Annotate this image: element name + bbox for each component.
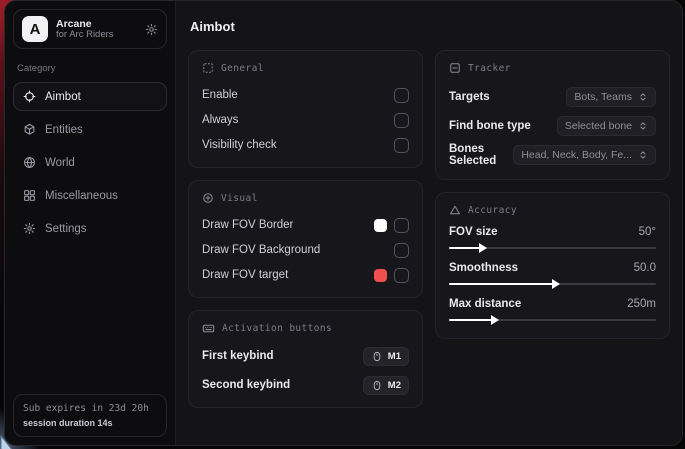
setting-row: Draw FOV target <box>202 264 409 286</box>
slider-row: FOV size 50° <box>449 226 656 253</box>
max-distance-slider[interactable] <box>449 315 656 325</box>
second-keybind-button[interactable]: M2 <box>363 376 409 395</box>
fov-target-color-swatch[interactable] <box>374 269 387 282</box>
sidebar-item-label: Miscellaneous <box>45 190 118 202</box>
setting-row: Second keybind M2 <box>202 374 409 396</box>
smoothness-slider[interactable] <box>449 279 656 289</box>
enable-checkbox[interactable] <box>394 88 409 103</box>
app-logo: A <box>22 16 48 42</box>
setting-row: Draw FOV Background <box>202 239 409 261</box>
bones-selected-select[interactable]: Head, Neck, Body, Fe... <box>513 145 656 165</box>
activation-buttons-card: Activation buttons First keybind M1 <box>188 310 423 408</box>
setting-row: First keybind M1 <box>202 345 409 367</box>
fov-size-slider[interactable] <box>449 243 656 253</box>
app-name: Arcane <box>56 18 137 30</box>
sidebar-item-label: Entities <box>45 124 83 136</box>
first-keybind-button[interactable]: M1 <box>363 347 409 366</box>
setting-row: Always <box>202 109 409 131</box>
mouse-icon <box>371 380 383 391</box>
targets-select[interactable]: Bots, Teams <box>566 87 656 107</box>
slider-thumb[interactable] <box>491 315 499 325</box>
accuracy-card: Accuracy FOV size 50° <box>435 192 670 339</box>
setting-row: Targets Bots, Teams <box>449 84 656 110</box>
app-subtitle: for Arc Riders <box>56 30 137 41</box>
sidebar-item-label: World <box>45 157 75 169</box>
setting-row: Enable <box>202 84 409 106</box>
draw-fov-border-checkbox[interactable] <box>394 218 409 233</box>
card-title: Tracker <box>468 63 511 74</box>
sidebar-item-entities[interactable]: Entities <box>13 115 167 144</box>
sidebar-item-label: Settings <box>45 223 87 235</box>
triangle-icon <box>449 204 461 216</box>
draw-fov-target-checkbox[interactable] <box>394 268 409 283</box>
slider-thumb[interactable] <box>479 243 487 253</box>
dashed-square-icon <box>202 62 214 74</box>
card-title: Activation buttons <box>222 323 332 334</box>
sidebar-item-aimbot[interactable]: Aimbot <box>13 82 167 111</box>
mouse-icon <box>371 351 383 362</box>
category-label: Category <box>17 63 163 74</box>
chevron-up-down-icon <box>638 92 648 102</box>
gear-icon <box>23 222 36 235</box>
chevron-up-down-icon <box>638 150 648 160</box>
session-duration-text: session duration 14s <box>23 418 157 428</box>
entities-icon <box>23 123 36 136</box>
app-window: A Arcane for Arc Riders Category <box>4 0 683 446</box>
desktop-background: A Arcane for Arc Riders Category <box>0 0 685 449</box>
slider-row: Max distance 250m <box>449 298 656 325</box>
scan-icon <box>449 62 461 74</box>
sidebar-nav: Aimbot Entities Wo <box>13 82 167 247</box>
draw-fov-background-checkbox[interactable] <box>394 243 409 258</box>
main-content: Aimbot General <box>176 1 682 445</box>
card-title: Visual <box>221 193 258 204</box>
visibility-check-checkbox[interactable] <box>394 138 409 153</box>
sidebar-item-miscellaneous[interactable]: Miscellaneous <box>13 181 167 210</box>
slider-row: Smoothness 50.0 <box>449 262 656 289</box>
sidebar-item-world[interactable]: World <box>13 148 167 177</box>
setting-row: Draw FOV Border <box>202 214 409 236</box>
general-card: General Enable Always Visibility check <box>188 50 423 168</box>
keyboard-icon <box>202 322 215 335</box>
chevron-up-down-icon <box>638 121 648 131</box>
visual-card: Visual Draw FOV Border Draw FOV Backgrou… <box>188 180 423 298</box>
fov-border-color-swatch[interactable] <box>374 219 387 232</box>
crosshair-icon <box>23 90 36 103</box>
slider-thumb[interactable] <box>552 279 560 289</box>
subscription-status-card: Sub expires in 23d 20h session duration … <box>13 394 167 437</box>
sidebar-item-label: Aimbot <box>45 91 81 103</box>
grid-icon <box>23 189 36 202</box>
app-logo-card: A Arcane for Arc Riders <box>13 9 167 49</box>
always-checkbox[interactable] <box>394 113 409 128</box>
setting-row: Visibility check <box>202 134 409 156</box>
setting-row: Find bone type Selected bone <box>449 113 656 139</box>
card-title: Accuracy <box>468 205 517 216</box>
fov-size-value: 50° <box>639 226 656 238</box>
sidebar: A Arcane for Arc Riders Category <box>5 1 176 445</box>
mouse-cursor <box>0 435 14 449</box>
gear-icon[interactable] <box>145 23 158 36</box>
page-title: Aimbot <box>190 19 670 34</box>
globe-icon <box>23 156 36 169</box>
smoothness-value: 50.0 <box>634 262 656 274</box>
setting-row: Bones Selected Head, Neck, Body, Fe... <box>449 142 656 168</box>
sub-expiry-text: Sub expires in 23d 20h <box>23 403 157 414</box>
sidebar-item-settings[interactable]: Settings <box>13 214 167 243</box>
tracker-card: Tracker Targets Bots, Teams <box>435 50 670 180</box>
find-bone-type-select[interactable]: Selected bone <box>557 116 656 136</box>
card-title: General <box>221 63 264 74</box>
max-distance-value: 250m <box>627 298 656 310</box>
circle-plus-icon <box>202 192 214 204</box>
